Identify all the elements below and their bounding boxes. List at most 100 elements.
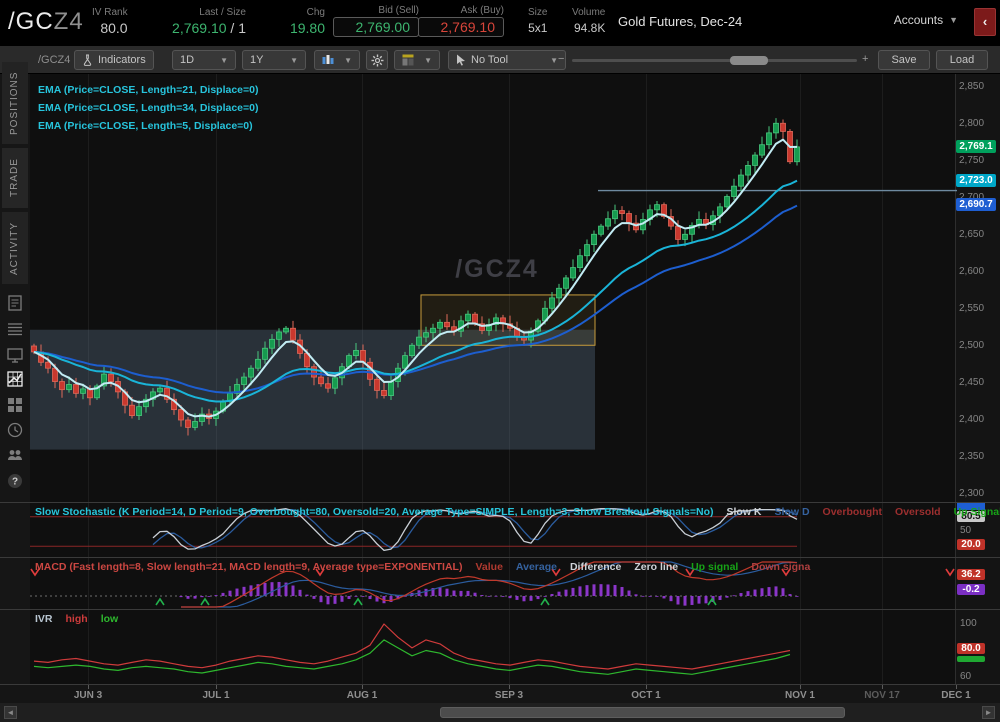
macd-histogram-bar <box>781 588 785 596</box>
flexible-grid-dropdown[interactable]: ▼ <box>394 50 440 70</box>
macd-histogram-bar <box>466 590 470 596</box>
study-label-ema21: EMA (Price=CLOSE, Length=21, Displace=0) <box>38 84 259 96</box>
macd-histogram-bar <box>424 588 428 596</box>
candle-body <box>66 384 72 391</box>
candle-body <box>416 336 422 346</box>
ask-button[interactable]: 2,769.10 <box>418 17 504 37</box>
macd-histogram-bar <box>648 596 652 597</box>
macd-histogram-bar <box>683 596 687 606</box>
candle-body <box>794 146 800 163</box>
chg-field: Chg 19.80 <box>285 6 325 37</box>
macd-histogram-bar <box>333 596 337 604</box>
toolbar-symbol: /GCZ4 <box>38 54 71 66</box>
range-dropdown[interactable]: 1Y ▼ <box>242 50 306 70</box>
macd-histogram-bar <box>459 590 463 596</box>
history-icon[interactable] <box>6 421 24 439</box>
ask-field: Ask (Buy) 2,769.10 <box>418 4 504 37</box>
ask-label: Ask (Buy) <box>460 5 504 16</box>
macd-histogram-bar <box>501 596 505 597</box>
macd-histogram-bar <box>536 596 540 600</box>
zoom-out-label[interactable]: − <box>558 53 564 65</box>
candle-body <box>773 122 779 134</box>
macd-histogram-bar <box>795 596 799 597</box>
chevron-down-icon: ▼ <box>424 55 432 65</box>
up-signal-arrow-icon <box>707 597 717 606</box>
time-label: JUL 1 <box>202 690 230 701</box>
main-chart-canvas[interactable]: /GCZ4 <box>30 74 957 502</box>
macd-histogram-bar <box>767 587 771 596</box>
time-axis[interactable]: JUN 3 JUL 1 AUG 1 SEP 3 OCT 1 NOV 1 NOV 17 DEC … <box>0 684 1000 703</box>
macd-histogram-bar <box>326 596 330 605</box>
legend-item: Oversold <box>895 506 941 518</box>
scroll-right-button[interactable]: ► <box>982 706 995 719</box>
candle-body <box>262 347 268 360</box>
watchlist-icon[interactable] <box>6 320 24 338</box>
macd-histogram-bar <box>438 587 442 596</box>
help-icon[interactable]: ? <box>6 472 24 490</box>
grid-icon[interactable] <box>6 396 24 414</box>
grid-layout-icon <box>402 54 414 66</box>
candle-body <box>108 373 114 382</box>
chart-type-dropdown[interactable]: ▼ <box>314 50 360 70</box>
legend-item: Zero line <box>634 561 679 573</box>
charts-icon[interactable] <box>6 370 24 388</box>
candle-body <box>766 132 772 146</box>
indicators-button[interactable]: Indicators <box>74 50 154 70</box>
price-tick: 2,350 <box>959 451 985 462</box>
zoom-slider-thumb[interactable] <box>730 56 768 65</box>
scroll-left-button[interactable]: ◄ <box>4 706 17 719</box>
macd-header: MACD (Fast length=8, Slow length=21, MAC… <box>35 561 810 573</box>
candle-body <box>444 321 450 328</box>
plot-line <box>33 623 791 670</box>
bid-button[interactable]: 2,769.00 <box>333 17 419 37</box>
study-label-ema5: EMA (Price=CLOSE, Length=5, Displace=0) <box>38 120 253 132</box>
scrollbar-thumb[interactable] <box>440 707 845 718</box>
chg-value: 19.80 <box>289 20 325 36</box>
candle-body <box>738 174 744 187</box>
monitor-icon[interactable] <box>6 346 24 364</box>
sidebar-tab-trade[interactable]: TRADE <box>2 148 28 208</box>
collapse-panel-button[interactable]: ‹ <box>974 8 996 36</box>
candle-body <box>45 361 51 369</box>
ivr-header: IVR high low <box>35 613 118 625</box>
candle-body <box>283 327 289 333</box>
legend-item: Up signal <box>691 561 739 573</box>
sidebar-tab-activity[interactable]: ACTIVITY <box>2 212 28 284</box>
accounts-dropdown[interactable]: Accounts ▼ <box>894 13 958 27</box>
macd-histogram-bar <box>634 594 638 596</box>
candle-body <box>626 213 632 224</box>
load-button[interactable]: Load <box>936 50 988 70</box>
drawing-tool-dropdown[interactable]: No Tool ▼ <box>448 50 566 70</box>
save-button[interactable]: Save <box>878 50 930 70</box>
up-signal-arrow-icon <box>155 597 165 606</box>
macd-histogram-bar <box>557 591 561 596</box>
candlestick-chart-icon <box>322 55 334 64</box>
candle-body <box>570 267 576 279</box>
panel-title: IVR <box>35 613 53 625</box>
candle-body <box>675 225 681 240</box>
time-label: NOV 1 <box>784 690 815 701</box>
zoom-in-label[interactable]: + <box>862 53 868 65</box>
candle-body <box>374 378 380 391</box>
macd-histogram-bar <box>193 596 197 599</box>
timeframe-dropdown[interactable]: 1D ▼ <box>172 50 236 70</box>
analyze-icon[interactable] <box>6 294 24 312</box>
community-icon[interactable] <box>6 446 24 464</box>
time-tick <box>956 685 957 689</box>
volume-field: Volume 94.8K <box>572 6 605 37</box>
price-tick: 2,300 <box>959 488 985 499</box>
zoom-slider-track[interactable] <box>572 59 857 62</box>
chart-settings-button[interactable] <box>366 50 388 70</box>
drawing-rectangle-blue[interactable] <box>30 329 595 450</box>
cursor-icon <box>457 54 465 66</box>
candle-body <box>192 421 198 428</box>
macd-histogram-bar <box>620 586 624 596</box>
volume-label: Volume <box>572 7 606 18</box>
sidebar-tab-positions[interactable]: POSITIONS <box>2 62 28 144</box>
candle-body <box>332 377 338 389</box>
candle-body <box>311 366 317 378</box>
macd-histogram-bar <box>347 596 351 599</box>
price-tick: 2,400 <box>959 414 985 425</box>
ivr-panel-canvas[interactable] <box>30 610 955 683</box>
legend-item: high <box>65 613 88 625</box>
